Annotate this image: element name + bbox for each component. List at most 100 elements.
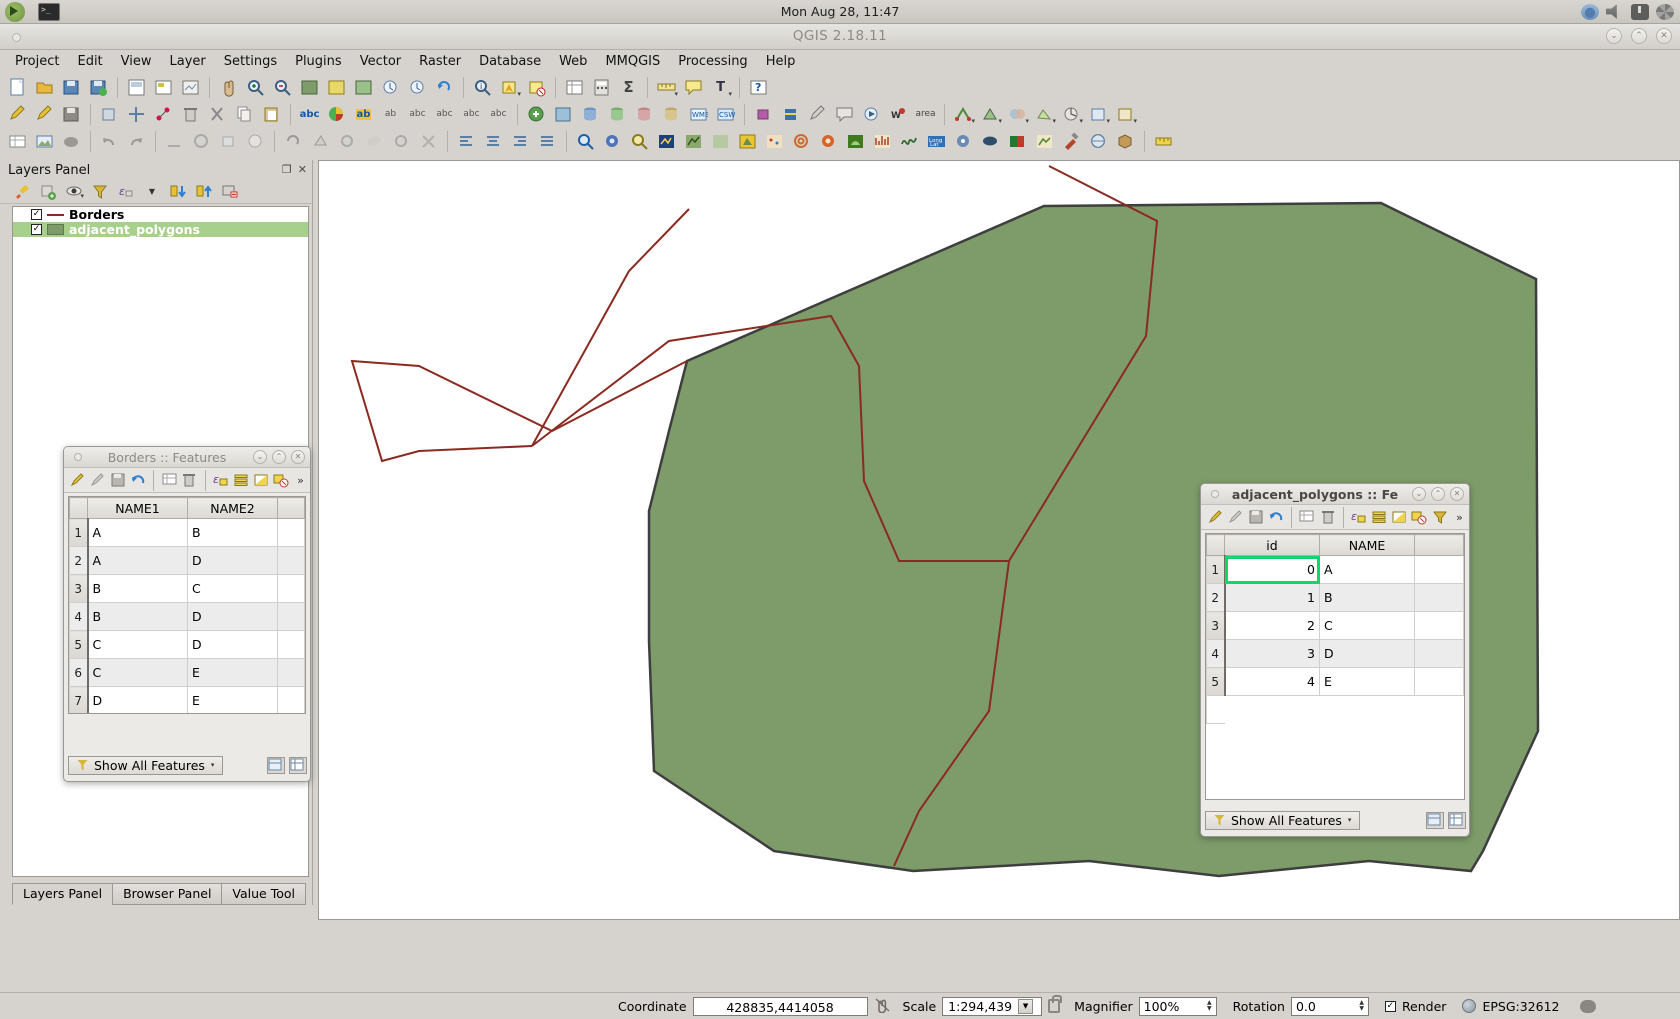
data-management-icon[interactable]: ▾ bbox=[1113, 102, 1138, 127]
chevron-down-icon[interactable]: ▾ bbox=[1348, 816, 1352, 824]
new-print-composer-icon[interactable] bbox=[124, 75, 149, 100]
cell-name2[interactable]: E bbox=[187, 658, 278, 687]
cell-name[interactable]: A bbox=[1319, 555, 1415, 584]
wave-plot-icon[interactable] bbox=[897, 129, 922, 154]
add-feature-icon[interactable] bbox=[97, 102, 122, 127]
toggle-editing-icon[interactable] bbox=[1207, 507, 1224, 527]
field-calculator-icon[interactable] bbox=[589, 75, 614, 100]
cell-name2[interactable]: B bbox=[187, 518, 278, 547]
simplify-icon[interactable] bbox=[162, 129, 187, 154]
add-raster-layer-icon[interactable] bbox=[551, 102, 576, 127]
measure-tape-icon[interactable] bbox=[1151, 129, 1176, 154]
coordinate-field[interactable]: 428835,4414058 bbox=[692, 996, 868, 1016]
add-oracle-layer-icon[interactable] bbox=[659, 102, 684, 127]
globe-tool-icon[interactable] bbox=[1086, 129, 1111, 154]
close-panel-icon[interactable]: ✕ bbox=[298, 163, 307, 176]
pan-map-icon[interactable] bbox=[216, 75, 241, 100]
tab-value-tool[interactable]: Value Tool bbox=[221, 883, 307, 905]
gdal-tools-icon[interactable] bbox=[816, 129, 841, 154]
menu-item-processing[interactable]: Processing bbox=[669, 52, 756, 71]
show-all-features-button[interactable]: Show All Features ▾ bbox=[68, 755, 224, 775]
volume-icon[interactable] bbox=[1606, 4, 1617, 19]
new-field-icon[interactable] bbox=[1299, 507, 1316, 527]
identify-features-icon[interactable]: i bbox=[470, 75, 495, 100]
image-layer-icon[interactable] bbox=[32, 129, 57, 154]
deselect-features-icon[interactable] bbox=[524, 75, 549, 100]
magnifier-spinbox[interactable]: 100% ▲ ▼ bbox=[1138, 996, 1217, 1016]
comment-icon[interactable] bbox=[832, 102, 857, 127]
align-right-icon[interactable] bbox=[508, 129, 533, 154]
georeferencer-icon[interactable] bbox=[681, 129, 706, 154]
gradient-icon[interactable] bbox=[308, 129, 333, 154]
layer-labeling-icon[interactable]: ab bbox=[351, 102, 376, 127]
label-move-icon[interactable]: abc bbox=[432, 102, 457, 127]
geoprocessing-icon[interactable]: ▾ bbox=[1005, 102, 1030, 127]
undo-icon[interactable] bbox=[97, 129, 122, 154]
osm-download-icon[interactable] bbox=[654, 129, 679, 154]
polygons-window-title-bar[interactable]: adjacent_polygons :: Fe ⌄ ⌃ ✕ bbox=[1201, 484, 1469, 505]
delete-field-icon[interactable] bbox=[181, 470, 198, 490]
dxf2shp-icon[interactable] bbox=[735, 129, 760, 154]
borders-table-grid[interactable]: NAME1 NAME2 1 A B 2 A D 3 B C 4 B D 5 C … bbox=[68, 496, 306, 714]
style-manager-icon[interactable] bbox=[324, 102, 349, 127]
label-change-icon[interactable]: abc bbox=[486, 102, 511, 127]
form-view-icon[interactable] bbox=[267, 756, 285, 774]
zoom-to-selection-icon[interactable] bbox=[324, 75, 349, 100]
table-row[interactable]: 2 A D bbox=[69, 546, 305, 575]
new-field-icon[interactable] bbox=[161, 470, 178, 490]
expression-filter-icon[interactable]: ε bbox=[115, 181, 137, 202]
settings-icon[interactable] bbox=[1656, 3, 1674, 20]
vertex-tool-icon[interactable]: ▾ bbox=[951, 102, 976, 127]
open-attribute-table-icon[interactable] bbox=[562, 75, 587, 100]
style-manager-icon[interactable] bbox=[11, 181, 33, 202]
table-view-icon[interactable] bbox=[289, 756, 307, 774]
research-tools-icon[interactable]: ▾ bbox=[1086, 102, 1111, 127]
save-edits-icon[interactable] bbox=[110, 470, 127, 490]
label-show-hide-icon[interactable]: abc bbox=[405, 102, 430, 127]
cell-id[interactable]: 2 bbox=[1224, 611, 1320, 640]
spinner-arrows[interactable]: ▲ ▼ bbox=[1199, 1000, 1212, 1012]
form-view-icon[interactable] bbox=[1426, 811, 1444, 829]
table-row[interactable]: 3 2 C bbox=[1206, 611, 1464, 640]
collapse-all-icon[interactable] bbox=[193, 181, 215, 202]
menu-item-raster[interactable]: Raster bbox=[410, 52, 470, 71]
wfs-layer-icon[interactable]: W bbox=[886, 102, 911, 127]
layer-item-adjacent-polygons[interactable]: ✓ adjacent_polygons bbox=[13, 222, 308, 237]
shape-tools-icon[interactable] bbox=[978, 129, 1003, 154]
menu-item-database[interactable]: Database bbox=[470, 52, 550, 71]
cell-id[interactable]: 4 bbox=[1224, 667, 1320, 696]
toggle-editing-icon[interactable] bbox=[32, 102, 57, 127]
zoom-next-icon[interactable] bbox=[405, 75, 430, 100]
table-row[interactable]: 3 B C bbox=[69, 574, 305, 603]
select-features-icon[interactable]: ▾ bbox=[497, 75, 522, 100]
expand-all-icon[interactable] bbox=[167, 181, 189, 202]
tab-browser-panel[interactable]: Browser Panel bbox=[112, 883, 223, 905]
lat-lon-tools-icon[interactable]: Long Lat bbox=[924, 129, 949, 154]
cell-name2[interactable]: D bbox=[187, 546, 278, 575]
table-row[interactable]: 5 C D bbox=[69, 630, 305, 659]
edit-script-icon[interactable] bbox=[805, 102, 830, 127]
analysis-tools-icon[interactable]: ▾ bbox=[1059, 102, 1084, 127]
composer-manager-icon[interactable] bbox=[151, 75, 176, 100]
refresh-icon[interactable] bbox=[432, 75, 457, 100]
cell-name2[interactable]: C bbox=[187, 574, 278, 603]
show-composers-icon[interactable] bbox=[178, 75, 203, 100]
label-abc-icon[interactable]: abc bbox=[297, 102, 322, 127]
rotate-shape-icon[interactable] bbox=[362, 129, 387, 154]
layer-visibility-checkbox[interactable]: ✓ bbox=[31, 224, 42, 235]
adjacent-polygons-attribute-table-window[interactable]: adjacent_polygons :: Fe ⌄ ⌃ ✕ ε » id NAM… bbox=[1200, 483, 1470, 837]
spinner-arrows[interactable]: ▲ ▼ bbox=[1351, 1000, 1364, 1012]
reload-icon[interactable] bbox=[1267, 507, 1284, 527]
scale-combo[interactable]: 1:294,439 ▼ bbox=[942, 996, 1043, 1016]
close-button[interactable]: ✕ bbox=[1656, 28, 1672, 44]
move-feature-icon[interactable] bbox=[124, 102, 149, 127]
add-vector-layer-icon[interactable] bbox=[524, 102, 549, 127]
table-row[interactable]: 4 3 D bbox=[1206, 639, 1464, 668]
align-justify-icon[interactable] bbox=[535, 129, 560, 154]
toggle-coordinate-capture-icon[interactable] bbox=[874, 997, 891, 1016]
network-icon[interactable] bbox=[1581, 3, 1599, 20]
save-edits-icon[interactable] bbox=[1247, 507, 1264, 527]
cell-name[interactable]: E bbox=[1319, 667, 1415, 696]
expression-select-icon[interactable]: ε bbox=[1351, 507, 1368, 527]
borders-table[interactable]: NAME1 NAME2 1 A B 2 A D 3 B C 4 B D 5 C … bbox=[69, 497, 305, 713]
